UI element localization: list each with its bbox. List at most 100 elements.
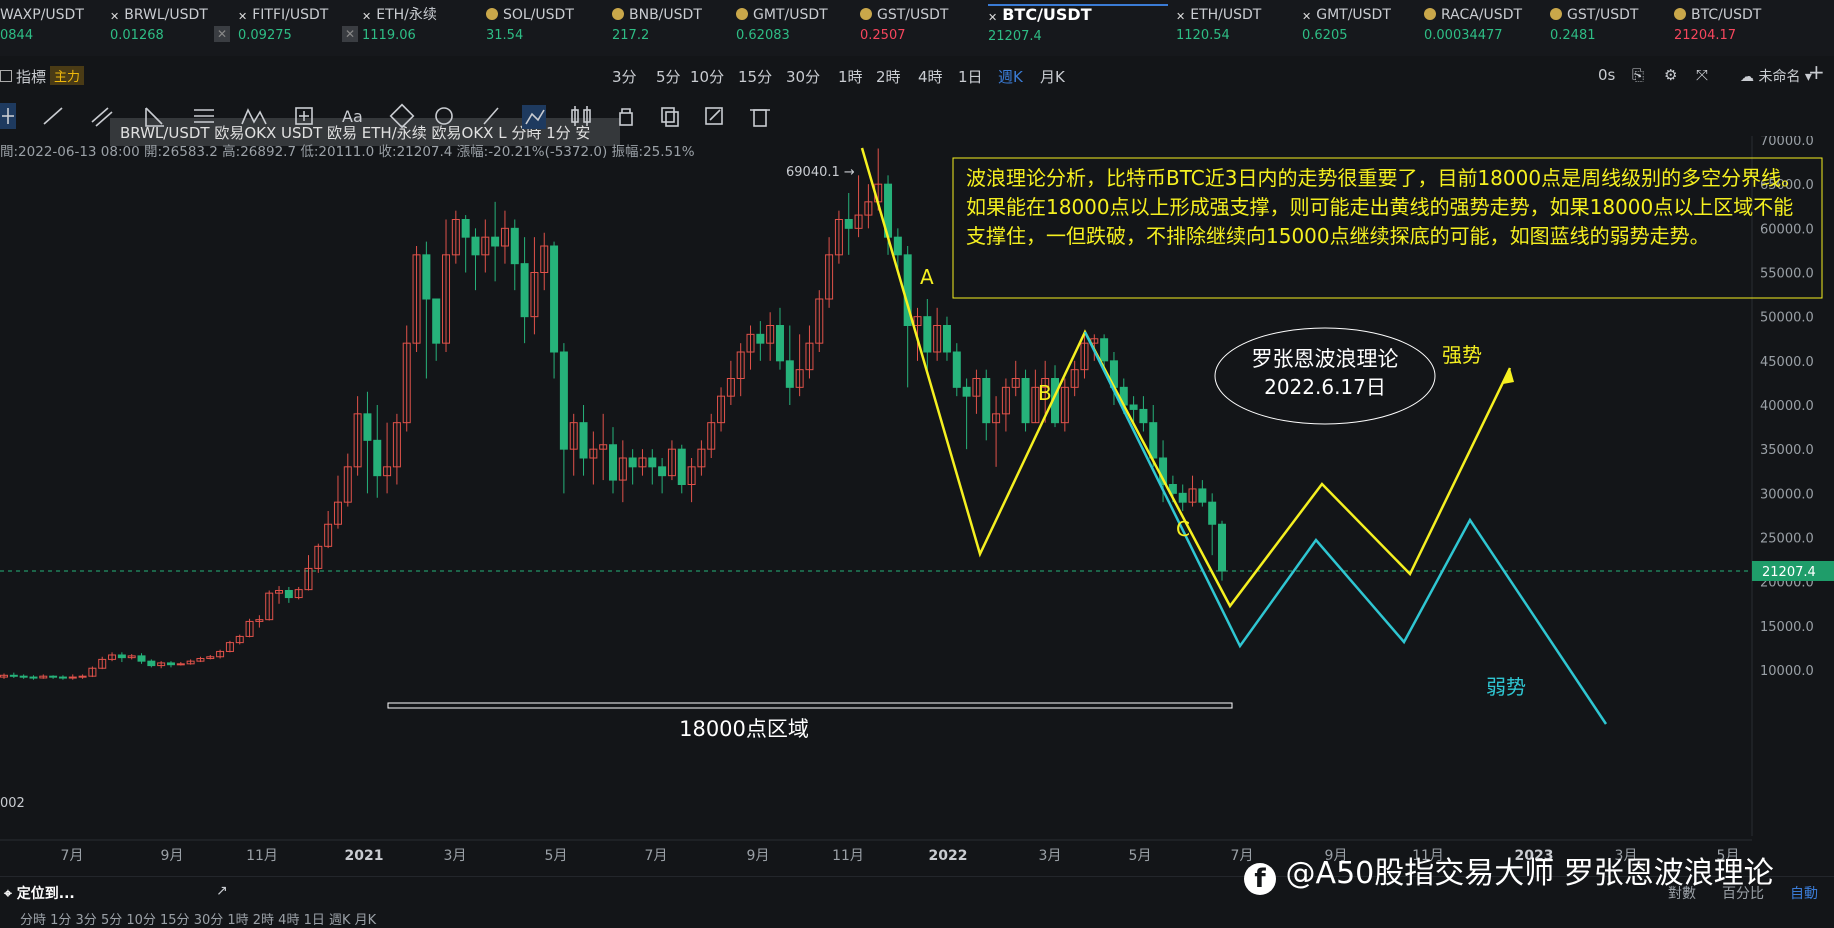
candle-body [677, 448, 686, 485]
y-tick-label: 35000.0 [1760, 443, 1814, 458]
parallel-lines-icon[interactable] [91, 107, 113, 127]
interval-3[interactable]: 15分 [738, 66, 772, 87]
pencil-icon[interactable] [483, 107, 499, 125]
y-tick-label: 45000.0 [1760, 355, 1814, 370]
candle-body [775, 325, 784, 362]
auto-scale-toggle[interactable]: 自動 [1790, 883, 1818, 903]
y-tick-label: 25000.0 [1760, 532, 1814, 547]
interval-8[interactable]: 1日 [958, 66, 983, 87]
edit-icon[interactable] [705, 107, 723, 125]
tab-price: 0.6205 [1302, 28, 1348, 43]
tab-8[interactable]: ✕ BTC/USDT 21207.4 [988, 4, 1168, 52]
candle-body [520, 263, 529, 318]
candle-body [147, 660, 156, 667]
candle-body [893, 236, 902, 256]
measure-icon[interactable] [295, 107, 313, 125]
tab-price: 0.2481 [1550, 28, 1596, 43]
tab-5[interactable]: BNB/USDT 217.2 [612, 6, 730, 52]
last-price-label: 21207.4 [1762, 565, 1816, 580]
wave-label-b: B [1038, 381, 1052, 405]
main-force-badge[interactable]: 主力 [50, 66, 85, 85]
tab-label: BRWL/USDT [124, 7, 208, 23]
interval-0[interactable]: 3分 [612, 66, 637, 87]
watermark: f @A50股指交易大师 罗张恩波浪理论 [1244, 848, 1774, 895]
tab-6[interactable]: GMT/USDT 0.62083 [736, 6, 854, 52]
y-tick-label: 40000.0 [1760, 399, 1814, 414]
y-tick-label: 70000.0 [1760, 136, 1814, 149]
fullscreen-icon[interactable]: ⤧ [1696, 66, 1708, 84]
x-tick-label: 5月 [545, 848, 568, 864]
tab-1[interactable]: ✕ BRWL/USDT 0.01268 ✕ [110, 6, 230, 52]
highlight-icon[interactable] [522, 105, 546, 129]
candle-body [648, 457, 657, 468]
tab-2[interactable]: ✕ FITFI/USDT 0.09275 ✕ [238, 6, 358, 52]
candle-body [422, 254, 431, 300]
candle-body [756, 333, 765, 344]
x-tick-label: 7月 [61, 848, 84, 864]
angle-icon[interactable] [145, 107, 164, 127]
tab-0[interactable]: WAXP/USDT 0844 [0, 6, 118, 52]
tab-label: BNB/USDT [629, 7, 702, 23]
locate-button[interactable]: ⌖ 定位到... [4, 883, 75, 903]
tab-price: 0.62083 [736, 28, 790, 43]
candle-body [1218, 523, 1226, 572]
tab-label: GST/USDT [877, 7, 949, 23]
candle-body [432, 298, 441, 344]
copy-icon[interactable] [661, 107, 679, 127]
interval-2[interactable]: 10分 [690, 66, 724, 87]
interval-4[interactable]: 30分 [786, 66, 820, 87]
symbol-tab-bar: WAXP/USDT 0844 ✕ BRWL/USDT 0.01268 ✕ ✕ FITFI/US… [0, 0, 1834, 57]
candle-body [471, 236, 480, 256]
settings-icon[interactable]: ⚙ [1664, 66, 1677, 84]
layout-name[interactable]: ☁ 未命名 ▾ [1740, 66, 1812, 86]
tab-3[interactable]: ✕ ETH/永续 1119.06 [362, 6, 480, 52]
high-marker-label: 69040.1 → [786, 165, 855, 180]
interval-1[interactable]: 5分 [656, 66, 681, 87]
candle-body [363, 413, 372, 441]
wave-label-a: A [920, 265, 934, 289]
tab-4[interactable]: SOL/USDT 31.54 [486, 6, 604, 52]
lock-icon[interactable] [619, 108, 633, 126]
add-icon[interactable]: + [1808, 60, 1825, 84]
tab-price: 1119.06 [362, 28, 416, 43]
candlestick-chart[interactable]: 10000.015000.020000.025000.030000.035000… [0, 136, 1834, 876]
magnet-icon[interactable] [435, 107, 453, 125]
interval-5[interactable]: 1時 [838, 66, 863, 87]
interval-7[interactable]: 4時 [918, 66, 943, 87]
tab-label: SOL/USDT [503, 7, 574, 23]
close-icon[interactable]: ✕ [214, 26, 230, 42]
tab-13[interactable]: BTC/USDT 21204.17 [1674, 6, 1792, 52]
wave-icon[interactable] [241, 108, 267, 125]
candle-style-icon[interactable] [571, 106, 591, 126]
close-icon[interactable]: ✕ [342, 26, 358, 42]
eraser-icon[interactable] [389, 103, 415, 129]
crosshair-icon[interactable] [0, 103, 16, 129]
horizontal-lines-icon[interactable] [194, 109, 214, 123]
note-text: 波浪理论分析，比特币BTC近3日内的走势很重要了，目前18000点是周线级别的多… [966, 166, 1802, 248]
interval-10[interactable]: 月K [1040, 66, 1065, 87]
tab-12[interactable]: GST/USDT 0.2481 [1550, 6, 1668, 52]
trendline-icon[interactable] [43, 107, 63, 125]
tab-price: 0.00034477 [1424, 28, 1503, 43]
bottom-periods[interactable]: 分時 1分 3分 5分 10分 15分 30分 1時 2時 4時 1日 週K 月… [20, 909, 376, 928]
interval-9[interactable]: 週K [998, 66, 1023, 87]
screenshot-icon[interactable]: ⎘ [1632, 66, 1644, 84]
cross-icon: ✕ [988, 11, 998, 24]
low-left-label: 002 [0, 796, 25, 811]
coin-icon [1674, 8, 1686, 20]
text-tool-icon[interactable]: Aa [342, 107, 363, 126]
share-icon[interactable]: ↗ [216, 883, 228, 899]
tab-label: ETH/永续 [376, 7, 437, 23]
watermark-text: @A50股指交易大师 罗张恩波浪理论 [1285, 856, 1774, 891]
candle-body [962, 386, 971, 397]
trash-icon[interactable] [750, 109, 770, 127]
tab-7[interactable]: GST/USDT 0.2507 [860, 6, 978, 52]
tab-10[interactable]: ✕ GMT/USDT 0.6205 [1302, 6, 1420, 52]
candle-body [78, 675, 87, 678]
interval-6[interactable]: 2時 [876, 66, 901, 87]
checkbox-icon [0, 70, 12, 82]
tab-9[interactable]: ✕ ETH/USDT 1120.54 [1176, 6, 1294, 52]
tab-price: 0.09275 [238, 28, 292, 43]
indicator-button[interactable]: 指標 [0, 66, 46, 87]
tab-11[interactable]: RACA/USDT 0.00034477 [1424, 6, 1542, 52]
